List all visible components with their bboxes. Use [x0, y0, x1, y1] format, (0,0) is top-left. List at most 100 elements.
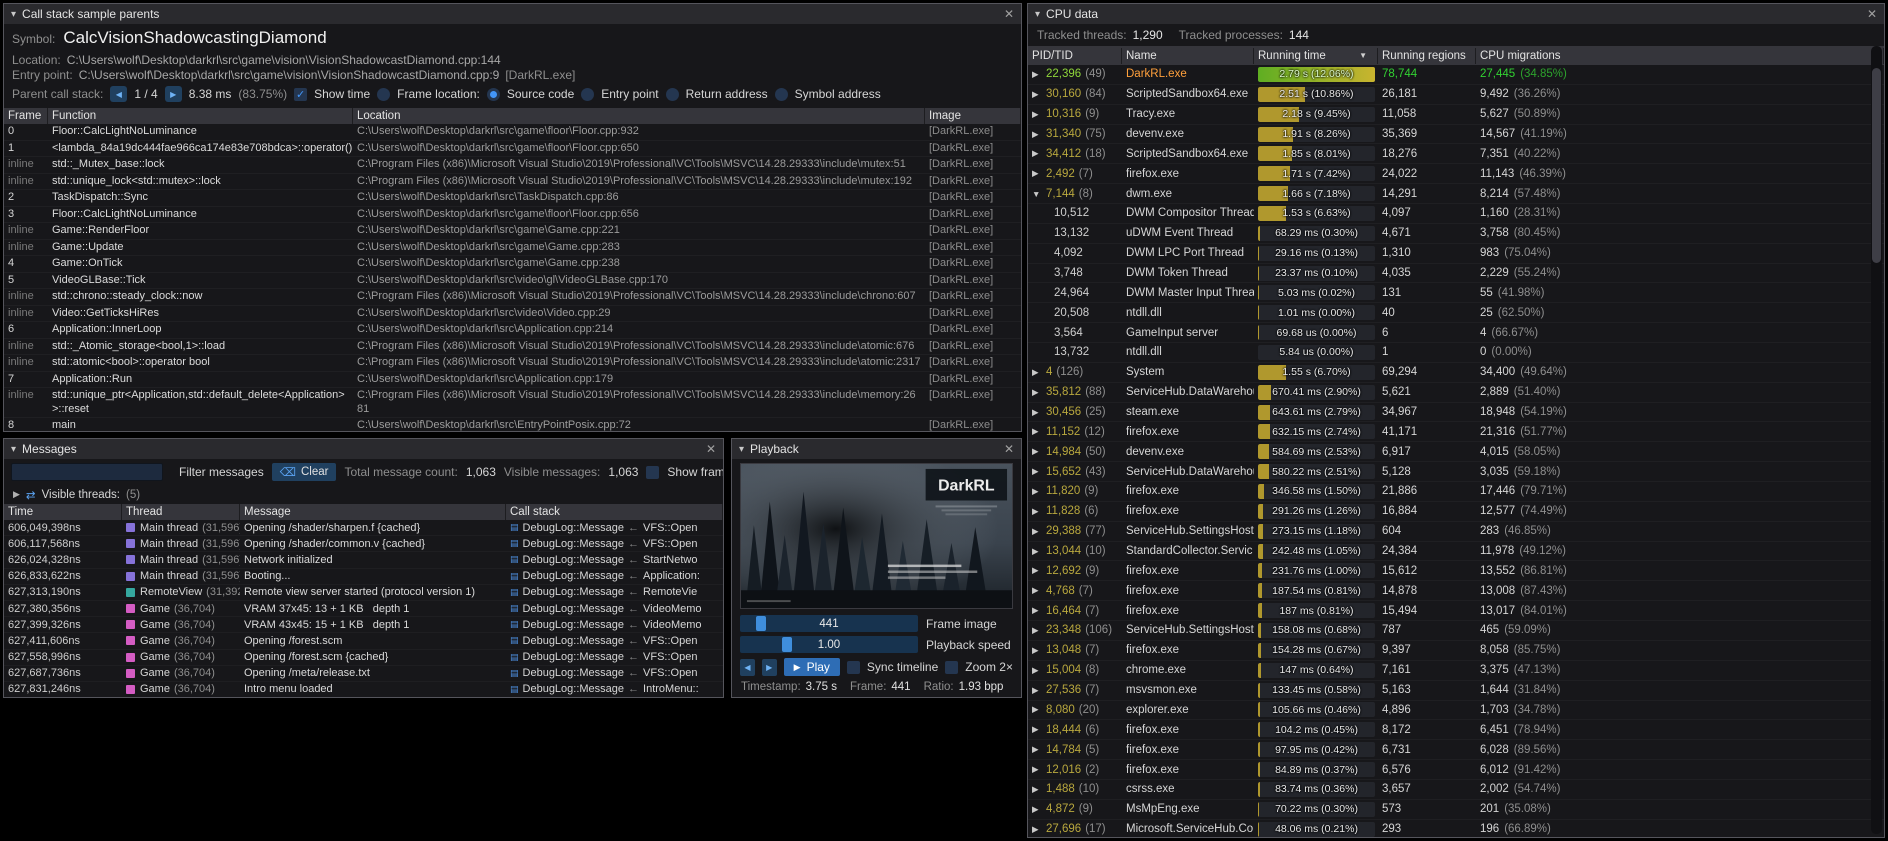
clear-button[interactable]: ⌫ Clear — [272, 463, 337, 481]
cpu-row[interactable]: ▶10,316(9)Tracy.exe2.18 s (9.45%)11,0585… — [1028, 105, 1884, 125]
cpu-row[interactable]: ▶4,768(7)firefox.exe187.54 ms (0.81%)14,… — [1028, 581, 1884, 601]
expand-icon[interactable]: ▶ — [1032, 486, 1042, 497]
close-icon[interactable]: ✕ — [1004, 442, 1014, 456]
callstack-cell[interactable]: ▤DebugLog::Message←VFS::Open — [506, 635, 723, 647]
message-row[interactable]: 626,833,622nsMain thread(31,596)Booting.… — [4, 569, 723, 585]
play-button[interactable]: ▶ Play — [784, 658, 840, 676]
expand-icon[interactable]: ▶ — [1032, 665, 1042, 676]
callstack-icon[interactable]: ▤ — [510, 554, 519, 565]
cpu-row[interactable]: ▶30,456(25)steam.exe643.61 ms (2.79%)34,… — [1028, 403, 1884, 423]
callstack-icon[interactable]: ▤ — [510, 668, 519, 679]
callstack-icon[interactable]: ▤ — [510, 635, 519, 646]
cpu-row[interactable]: ▶4,872(9)MsMpEng.exe70.22 ms (0.30%)5732… — [1028, 800, 1884, 820]
expand-icon[interactable]: ▶ — [1032, 148, 1042, 159]
scrollbar-thumb[interactable] — [1872, 68, 1881, 263]
cpu-row[interactable]: ▶27,536(7)msvsmon.exe133.45 ms (0.58%)5,… — [1028, 681, 1884, 701]
message-row[interactable]: 627,558,996nsGame(36,704)Opening /forest… — [4, 650, 723, 666]
expand-icon[interactable]: ▶ — [1032, 724, 1042, 735]
show-time-checkbox[interactable] — [294, 88, 307, 101]
collapse-icon[interactable]: ▾ — [11, 9, 16, 20]
cpu-row[interactable]: ▼7,144(8)dwm.exe1.66 s (7.18%)14,2918,21… — [1028, 184, 1884, 204]
cpu-titlebar[interactable]: ▾ CPU data ✕ — [1028, 4, 1884, 24]
col-pid-tid[interactable]: PID/TID — [1028, 48, 1122, 64]
cpu-row[interactable]: ▶34,412(18)ScriptedSandbox64.exe1.85 s (… — [1028, 144, 1884, 164]
cpu-row[interactable]: ▶1,488(10)csrss.exe83.74 ms (0.36%)3,657… — [1028, 780, 1884, 800]
sync-timeline-checkbox[interactable] — [847, 661, 860, 674]
col-running-time[interactable]: Running time ▼ — [1254, 48, 1378, 64]
message-row[interactable]: 606,117,568nsMain thread(31,596)Opening … — [4, 536, 723, 552]
col-cpu-migrations[interactable]: CPU migrations — [1476, 48, 1884, 64]
cpu-row[interactable]: 20,508ntdll.dll1.01 ms (0.00%)4025(62.50… — [1028, 303, 1884, 323]
expand-icon[interactable]: ▶ — [1032, 506, 1042, 517]
cpu-row[interactable]: ▶11,820(9)firefox.exe346.58 ms (1.50%)21… — [1028, 482, 1884, 502]
expand-icon[interactable]: ▶ — [1032, 526, 1042, 537]
next-parent-button[interactable]: ▶ — [165, 86, 182, 102]
callstack-row[interactable]: 1<lambda_84a19dc444fae966ca174e83e708bdc… — [4, 141, 1021, 158]
cpu-row[interactable]: ▶2,492(7)firefox.exe1.71 s (7.42%)24,022… — [1028, 164, 1884, 184]
expand-icon[interactable]: ▶ — [1032, 625, 1042, 636]
cpu-row[interactable]: ▶15,652(43)ServiceHub.DataWarehou580.22 … — [1028, 462, 1884, 482]
callstack-cell[interactable]: ▤DebugLog::Message←VideoMemo — [506, 619, 723, 631]
expand-icon[interactable]: ▶ — [1032, 585, 1042, 596]
callstack-row[interactable]: inlineGame::UpdateC:\Users\wolf\Desktop\… — [4, 240, 1021, 257]
col-frame[interactable]: Frame — [4, 108, 48, 124]
expand-icon[interactable]: ▶ — [1032, 466, 1042, 477]
callstack-row[interactable]: 8mainC:\Users\wolf\Desktop\darkrl\src\En… — [4, 418, 1021, 431]
callstack-row[interactable]: inlinestd::unique_lock<std::mutex>::lock… — [4, 174, 1021, 191]
expand-icon[interactable]: ▶ — [1032, 605, 1042, 616]
callstack-row[interactable]: inlineGame::RenderFloorC:\Users\wolf\Des… — [4, 223, 1021, 240]
callstack-cell[interactable]: ▤DebugLog::Message←VFS::Open — [506, 667, 723, 679]
cpu-row[interactable]: ▶4(126)System1.55 s (6.70%)69,29434,400(… — [1028, 363, 1884, 383]
collapse-icon[interactable]: ▾ — [739, 444, 744, 455]
message-row[interactable]: 627,687,736nsGame(36,704)Opening /meta/r… — [4, 666, 723, 682]
cpu-row[interactable]: ▶18,444(6)firefox.exe104.2 ms (0.45%)8,1… — [1028, 720, 1884, 740]
callstack-row[interactable]: inlineVideo::GetTicksHiResC:\Users\wolf\… — [4, 306, 1021, 323]
collapse-icon[interactable]: ▾ — [1035, 9, 1040, 20]
speed-slider[interactable]: 1.00 — [740, 636, 918, 653]
callstack-cell[interactable]: ▤DebugLog::Message←RemoteVie — [506, 586, 723, 598]
message-row[interactable]: 627,399,326nsGame(36,704)VRAM 43x45: 15 … — [4, 617, 723, 633]
close-icon[interactable]: ✕ — [1867, 7, 1877, 21]
callstack-row[interactable]: 6Application::InnerLoopC:\Users\wolf\Des… — [4, 322, 1021, 339]
messages-titlebar[interactable]: ▾ Messages ✕ — [4, 439, 723, 459]
cpu-row[interactable]: 24,964DWM Master Input Threa5.03 ms (0.0… — [1028, 283, 1884, 303]
callstack-icon[interactable]: ▤ — [510, 522, 519, 533]
expand-icon[interactable]: ▶ — [1032, 407, 1042, 418]
col-name[interactable]: Name — [1122, 48, 1254, 64]
callstack-cell[interactable]: ▤DebugLog::Message←IntroMenu:: — [506, 683, 723, 695]
callstack-row[interactable]: inlinestd::atomic<bool>::operator boolC:… — [4, 355, 1021, 372]
callstack-icon[interactable]: ▤ — [510, 619, 519, 630]
cpu-row[interactable]: 3,748DWM Token Thread23.37 ms (0.10%)4,0… — [1028, 264, 1884, 284]
expand-icon[interactable]: ▶ — [1032, 129, 1042, 140]
cpu-row[interactable]: ▶12,016(2)firefox.exe84.89 ms (0.37%)6,5… — [1028, 760, 1884, 780]
message-filter-input[interactable] — [11, 463, 163, 481]
close-icon[interactable]: ✕ — [706, 442, 716, 456]
prev-frame-button[interactable]: ◀ — [740, 659, 755, 676]
col-image[interactable]: Image — [925, 108, 1021, 124]
callstack-row[interactable]: inlinestd::_Mutex_base::lockC:\Program F… — [4, 157, 1021, 174]
expand-icon[interactable]: ▶ — [1032, 109, 1042, 120]
callstack-icon[interactable]: ▤ — [510, 587, 519, 598]
callstack-icon[interactable]: ▤ — [510, 571, 519, 582]
frame-location-radio[interactable] — [377, 88, 390, 101]
expand-threads-icon[interactable]: ▶ — [13, 489, 20, 500]
callstack-row[interactable]: 5VideoGLBase::TickC:\Users\wolf\Desktop\… — [4, 273, 1021, 290]
show-frame-checkbox[interactable] — [646, 466, 659, 479]
expand-icon[interactable]: ▶ — [1032, 764, 1042, 775]
cpu-row[interactable]: 10,512DWM Compositor Thread1.53 s (6.63%… — [1028, 204, 1884, 224]
expand-icon[interactable]: ▶ — [1032, 89, 1042, 100]
col-running-regions[interactable]: Running regions — [1378, 48, 1476, 64]
zoom-checkbox[interactable] — [945, 661, 958, 674]
expand-icon[interactable]: ▶ — [1032, 387, 1042, 398]
callstack-row[interactable]: 2TaskDispatch::SyncC:\Users\wolf\Desktop… — [4, 190, 1021, 207]
cpu-row[interactable]: ▶12,692(9)firefox.exe231.76 ms (1.00%)15… — [1028, 561, 1884, 581]
collapse-icon[interactable]: ▾ — [11, 444, 16, 455]
radio-entry-point[interactable] — [581, 88, 594, 101]
callstack-row[interactable]: inlinestd::chrono::steady_clock::nowC:\P… — [4, 289, 1021, 306]
message-row[interactable]: 627,313,190nsRemoteView(31,392)Remote vi… — [4, 585, 723, 601]
cpu-row[interactable]: ▶27,696(17)Microsoft.ServiceHub.Co48.06 … — [1028, 820, 1884, 837]
callstack-row[interactable]: 4Game::OnTickC:\Users\wolf\Desktop\darkr… — [4, 256, 1021, 273]
col-time[interactable]: Time — [4, 504, 122, 520]
expand-icon[interactable]: ▶ — [1032, 367, 1042, 378]
expand-icon[interactable]: ▶ — [1032, 546, 1042, 557]
